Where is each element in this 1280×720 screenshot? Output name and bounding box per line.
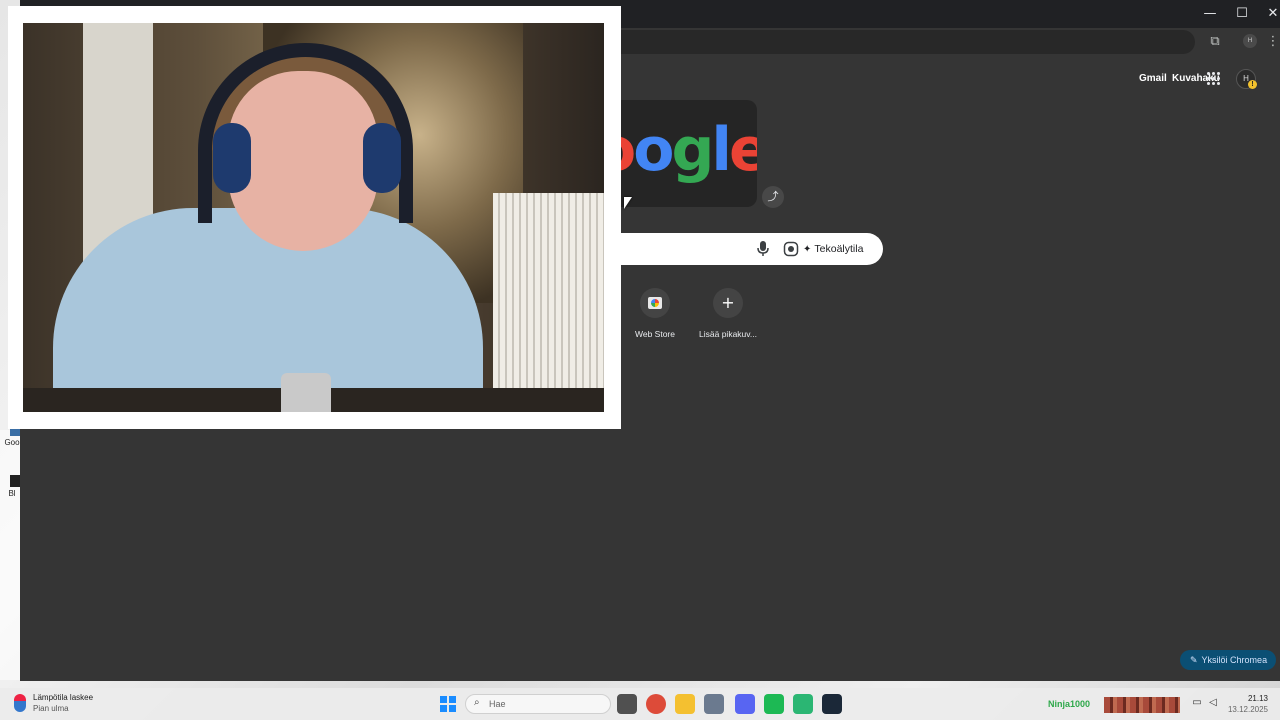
file-explorer-icon[interactable] [675, 694, 695, 714]
share-icon[interactable]: ⤴ [762, 186, 784, 208]
minimize-button[interactable]: — [1199, 4, 1221, 24]
shortcut-add[interactable]: + Lisää pikakuv... [693, 288, 763, 339]
app-icon [10, 475, 20, 487]
ai-mode-button[interactable]: ✦ Tekoälytila [803, 241, 863, 257]
desktop-icon-label: Bl [8, 489, 16, 498]
chrome-icon[interactable] [646, 694, 666, 714]
clock-date: 13.12.2025 [1227, 705, 1268, 714]
thermometer-icon [14, 694, 26, 712]
clock-time: 21.13 [1247, 694, 1268, 703]
spotify-icon[interactable] [764, 694, 784, 714]
ai-search-icon: ✦ [803, 244, 812, 255]
google-apps-icon[interactable] [1205, 70, 1221, 86]
avatar-alert-badge: ! [1248, 80, 1257, 89]
tray-media-strip [1104, 697, 1180, 713]
settings-icon[interactable] [704, 694, 724, 714]
task-view-icon[interactable] [617, 694, 637, 714]
system-clock[interactable]: 21.13 13.12.2025 [1224, 693, 1268, 715]
discord-icon[interactable] [735, 694, 755, 714]
desktop-icon-label: Goo [4, 438, 20, 447]
webcam-feed [23, 23, 604, 412]
weather-title: Lämpötila laskee [33, 693, 94, 702]
puzzle-icon[interactable]: ⧉ [1206, 33, 1224, 51]
gmail-link[interactable]: Gmail [1139, 73, 1167, 84]
volume-icon[interactable]: ◁ [1206, 697, 1220, 711]
tray-username: Ninja1000 [1048, 699, 1091, 709]
wallpaper-shard [0, 430, 20, 680]
shortcut-web-store[interactable]: Web Store [620, 288, 690, 339]
taskbar-search[interactable]: ⌕ Hae [465, 694, 611, 714]
customize-label: Yksilöi Chromea [1201, 655, 1268, 665]
weather-widget[interactable]: Lämpötila laskee Pian ulma [14, 692, 134, 716]
weather-subtitle: Pian ulma [33, 704, 69, 713]
close-button[interactable]: ✕ [1262, 4, 1280, 24]
search-placeholder: Hae [489, 699, 506, 709]
chrome-web-store-icon [640, 288, 670, 318]
steam-icon[interactable] [822, 694, 842, 714]
search-icon: ⌕ [474, 697, 480, 708]
microphone-icon[interactable] [757, 241, 769, 257]
shortcut-label: Lisää pikakuv... [699, 329, 757, 339]
kebab-menu-icon[interactable]: ⋮ [1264, 33, 1280, 51]
app-green-icon[interactable] [793, 694, 813, 714]
customize-chrome-button[interactable]: ✎ Yksilöi Chromea [1180, 650, 1276, 670]
ai-mode-label: Tekoälytila [814, 243, 864, 255]
maximize-button[interactable]: ☐ [1231, 4, 1253, 24]
pencil-icon: ✎ [1190, 656, 1198, 666]
mouse-cursor [624, 197, 632, 209]
profile-chip[interactable]: H [1243, 34, 1257, 48]
windows-start-icon[interactable] [440, 696, 456, 712]
plus-icon: + [713, 288, 743, 318]
google-lens-icon[interactable] [783, 241, 799, 257]
network-icon[interactable]: ▭ [1190, 697, 1204, 711]
shortcut-label: Web Store [634, 329, 675, 339]
